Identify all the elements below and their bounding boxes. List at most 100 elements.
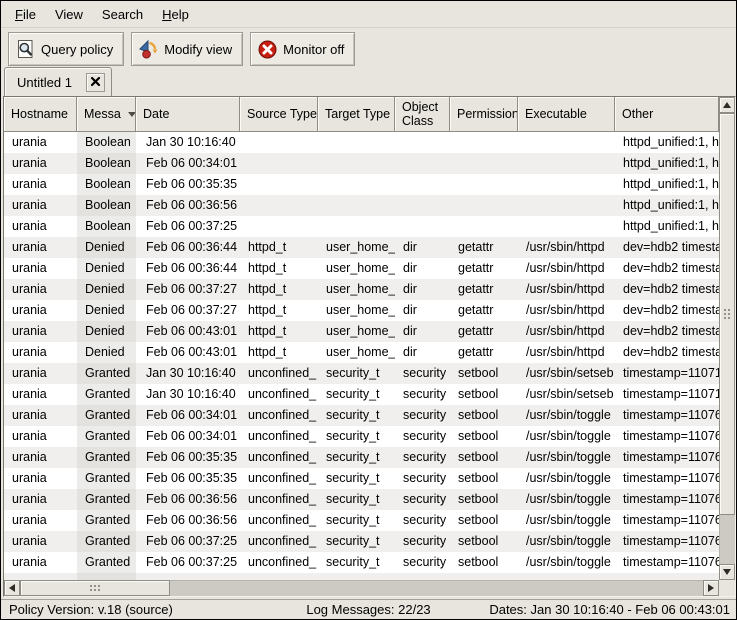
table-row[interactable]: urania Granted Feb 06 00:37:25 unconfine… <box>4 552 719 573</box>
cell-date: Feb 06 00:43:01 <box>136 342 240 363</box>
cell-other: timestamp=11076 <box>615 405 719 426</box>
cell-source-type: unconfined_ <box>240 384 318 405</box>
column-header-label: Permission <box>457 107 518 121</box>
vertical-scrollbar-thumb[interactable] <box>719 113 735 515</box>
cell-date: Feb 06 00:35:35 <box>136 174 240 195</box>
horizontal-scrollbar[interactable] <box>4 580 719 596</box>
table-row[interactable]: urania Boolean Jan 30 10:16:40 httpd_uni… <box>4 132 719 153</box>
cell-hostname: urania <box>4 237 77 258</box>
scroll-right-button[interactable] <box>703 580 719 596</box>
menu-file[interactable]: File <box>7 3 44 26</box>
cell-hostname: urania <box>4 426 77 447</box>
column-header-source-type[interactable]: Source Type <box>240 97 318 132</box>
cell-target-type: security_t <box>318 552 395 573</box>
cell-message: Boolean <box>77 153 136 174</box>
column-header-executable[interactable]: Executable <box>518 97 615 132</box>
cell-message: Granted <box>77 405 136 426</box>
horizontal-scrollbar-thumb[interactable] <box>20 580 170 596</box>
cell-source-type: unconfined_ <box>240 468 318 489</box>
table-row[interactable]: urania Granted Feb 06 00:35:35 unconfine… <box>4 468 719 489</box>
table-row-partial[interactable] <box>4 573 719 580</box>
cell-source-type: unconfined_ <box>240 510 318 531</box>
table-row[interactable]: urania Denied Feb 06 00:37:27 httpd_t us… <box>4 279 719 300</box>
cell-source-type <box>240 195 318 216</box>
cell-executable: /usr/sbin/httpd <box>518 300 615 321</box>
cell-executable: /usr/sbin/httpd <box>518 258 615 279</box>
cell-hostname: urania <box>4 132 77 153</box>
cell-date: Feb 06 00:36:56 <box>136 510 240 531</box>
scroll-left-button[interactable] <box>4 580 20 596</box>
cell-message: Granted <box>77 363 136 384</box>
menu-view[interactable]: View <box>47 3 91 26</box>
table-row[interactable]: urania Denied Feb 06 00:36:44 httpd_t us… <box>4 258 719 279</box>
cell-target-type: security_t <box>318 384 395 405</box>
scroll-up-button[interactable] <box>719 97 735 113</box>
tab-close-button[interactable] <box>86 73 105 92</box>
column-header-target-type[interactable]: Target Type <box>318 97 395 132</box>
cell-other: timestamp=11076 <box>615 531 719 552</box>
cell-permission: setbool <box>450 489 518 510</box>
cell-target-type <box>318 216 395 237</box>
cell-source-type: unconfined_ <box>240 552 318 573</box>
cell-other: timestamp=11076 <box>615 447 719 468</box>
column-header-other[interactable]: Other <box>615 97 719 132</box>
cell-target-type: security_t <box>318 489 395 510</box>
table-row[interactable]: urania Denied Feb 06 00:37:27 httpd_t us… <box>4 300 719 321</box>
table-row[interactable]: urania Boolean Feb 06 00:36:56 httpd_uni… <box>4 195 719 216</box>
cell-target-type <box>318 153 395 174</box>
menu-search[interactable]: Search <box>94 3 151 26</box>
table-row[interactable]: urania Granted Feb 06 00:35:35 unconfine… <box>4 447 719 468</box>
query-policy-button[interactable]: Query policy <box>8 32 124 66</box>
modify-view-button[interactable]: Modify view <box>131 32 243 66</box>
cell-permission <box>450 132 518 153</box>
menu-help[interactable]: Help <box>154 3 197 26</box>
cell-object-class: security <box>395 510 450 531</box>
cell-object-class <box>395 132 450 153</box>
cell-object-class: dir <box>395 300 450 321</box>
table-row[interactable]: urania Granted Feb 06 00:37:25 unconfine… <box>4 531 719 552</box>
table-row[interactable]: urania Granted Feb 06 00:34:01 unconfine… <box>4 405 719 426</box>
column-header-date[interactable]: Date <box>136 97 240 132</box>
table-row[interactable]: urania Granted Feb 06 00:36:56 unconfine… <box>4 489 719 510</box>
vertical-scrollbar[interactable] <box>719 97 735 580</box>
cell-hostname: urania <box>4 153 77 174</box>
table-row[interactable]: urania Granted Feb 06 00:34:01 unconfine… <box>4 426 719 447</box>
cell-permission: setbool <box>450 531 518 552</box>
arrow-up-icon <box>723 102 731 108</box>
column-header-message[interactable]: Messa <box>77 97 136 132</box>
cell-executable: /usr/sbin/toggle <box>518 510 615 531</box>
cell-executable: /usr/sbin/toggle <box>518 552 615 573</box>
cell-other: dev=hdb2 timesta <box>615 321 719 342</box>
monitor-off-button[interactable]: Monitor off <box>250 32 355 66</box>
table-row[interactable]: urania Denied Feb 06 00:43:01 httpd_t us… <box>4 342 719 363</box>
cell-other: httpd_unified:1, h <box>615 195 719 216</box>
cell-target-type <box>318 174 395 195</box>
table-row[interactable]: urania Granted Jan 30 10:16:40 unconfine… <box>4 363 719 384</box>
table-row[interactable]: urania Granted Feb 06 00:36:56 unconfine… <box>4 510 719 531</box>
table-row[interactable]: urania Denied Feb 06 00:36:44 httpd_t us… <box>4 237 719 258</box>
tab-untitled-1[interactable]: Untitled 1 <box>4 67 112 97</box>
column-header-permission[interactable]: Permission <box>450 97 518 132</box>
cell-hostname: urania <box>4 258 77 279</box>
cell-source-type: httpd_t <box>240 258 318 279</box>
status-bar: Policy Version: v.18 (source) Log Messag… <box>1 599 736 619</box>
scroll-down-button[interactable] <box>719 564 735 580</box>
table-row[interactable]: urania Boolean Feb 06 00:37:25 httpd_uni… <box>4 216 719 237</box>
cell-permission: getattr <box>450 300 518 321</box>
table-row[interactable]: urania Boolean Feb 06 00:34:01 httpd_uni… <box>4 153 719 174</box>
column-header-object-class[interactable]: Object Class <box>395 97 450 132</box>
cell-source-type: unconfined_ <box>240 426 318 447</box>
table-row[interactable]: urania Granted Jan 30 10:16:40 unconfine… <box>4 384 719 405</box>
cell-executable: /usr/sbin/toggle <box>518 426 615 447</box>
cell-other: timestamp=11076 <box>615 468 719 489</box>
cell-date: Jan 30 10:16:40 <box>136 132 240 153</box>
cell-hostname: urania <box>4 174 77 195</box>
cell-permission: getattr <box>450 342 518 363</box>
cell-hostname: urania <box>4 468 77 489</box>
cell-object-class: security <box>395 384 450 405</box>
cell-date: Feb 06 00:34:01 <box>136 426 240 447</box>
cell-source-type: unconfined_ <box>240 447 318 468</box>
column-header-hostname[interactable]: Hostname <box>4 97 77 132</box>
table-row[interactable]: urania Boolean Feb 06 00:35:35 httpd_uni… <box>4 174 719 195</box>
table-row[interactable]: urania Denied Feb 06 00:43:01 httpd_t us… <box>4 321 719 342</box>
